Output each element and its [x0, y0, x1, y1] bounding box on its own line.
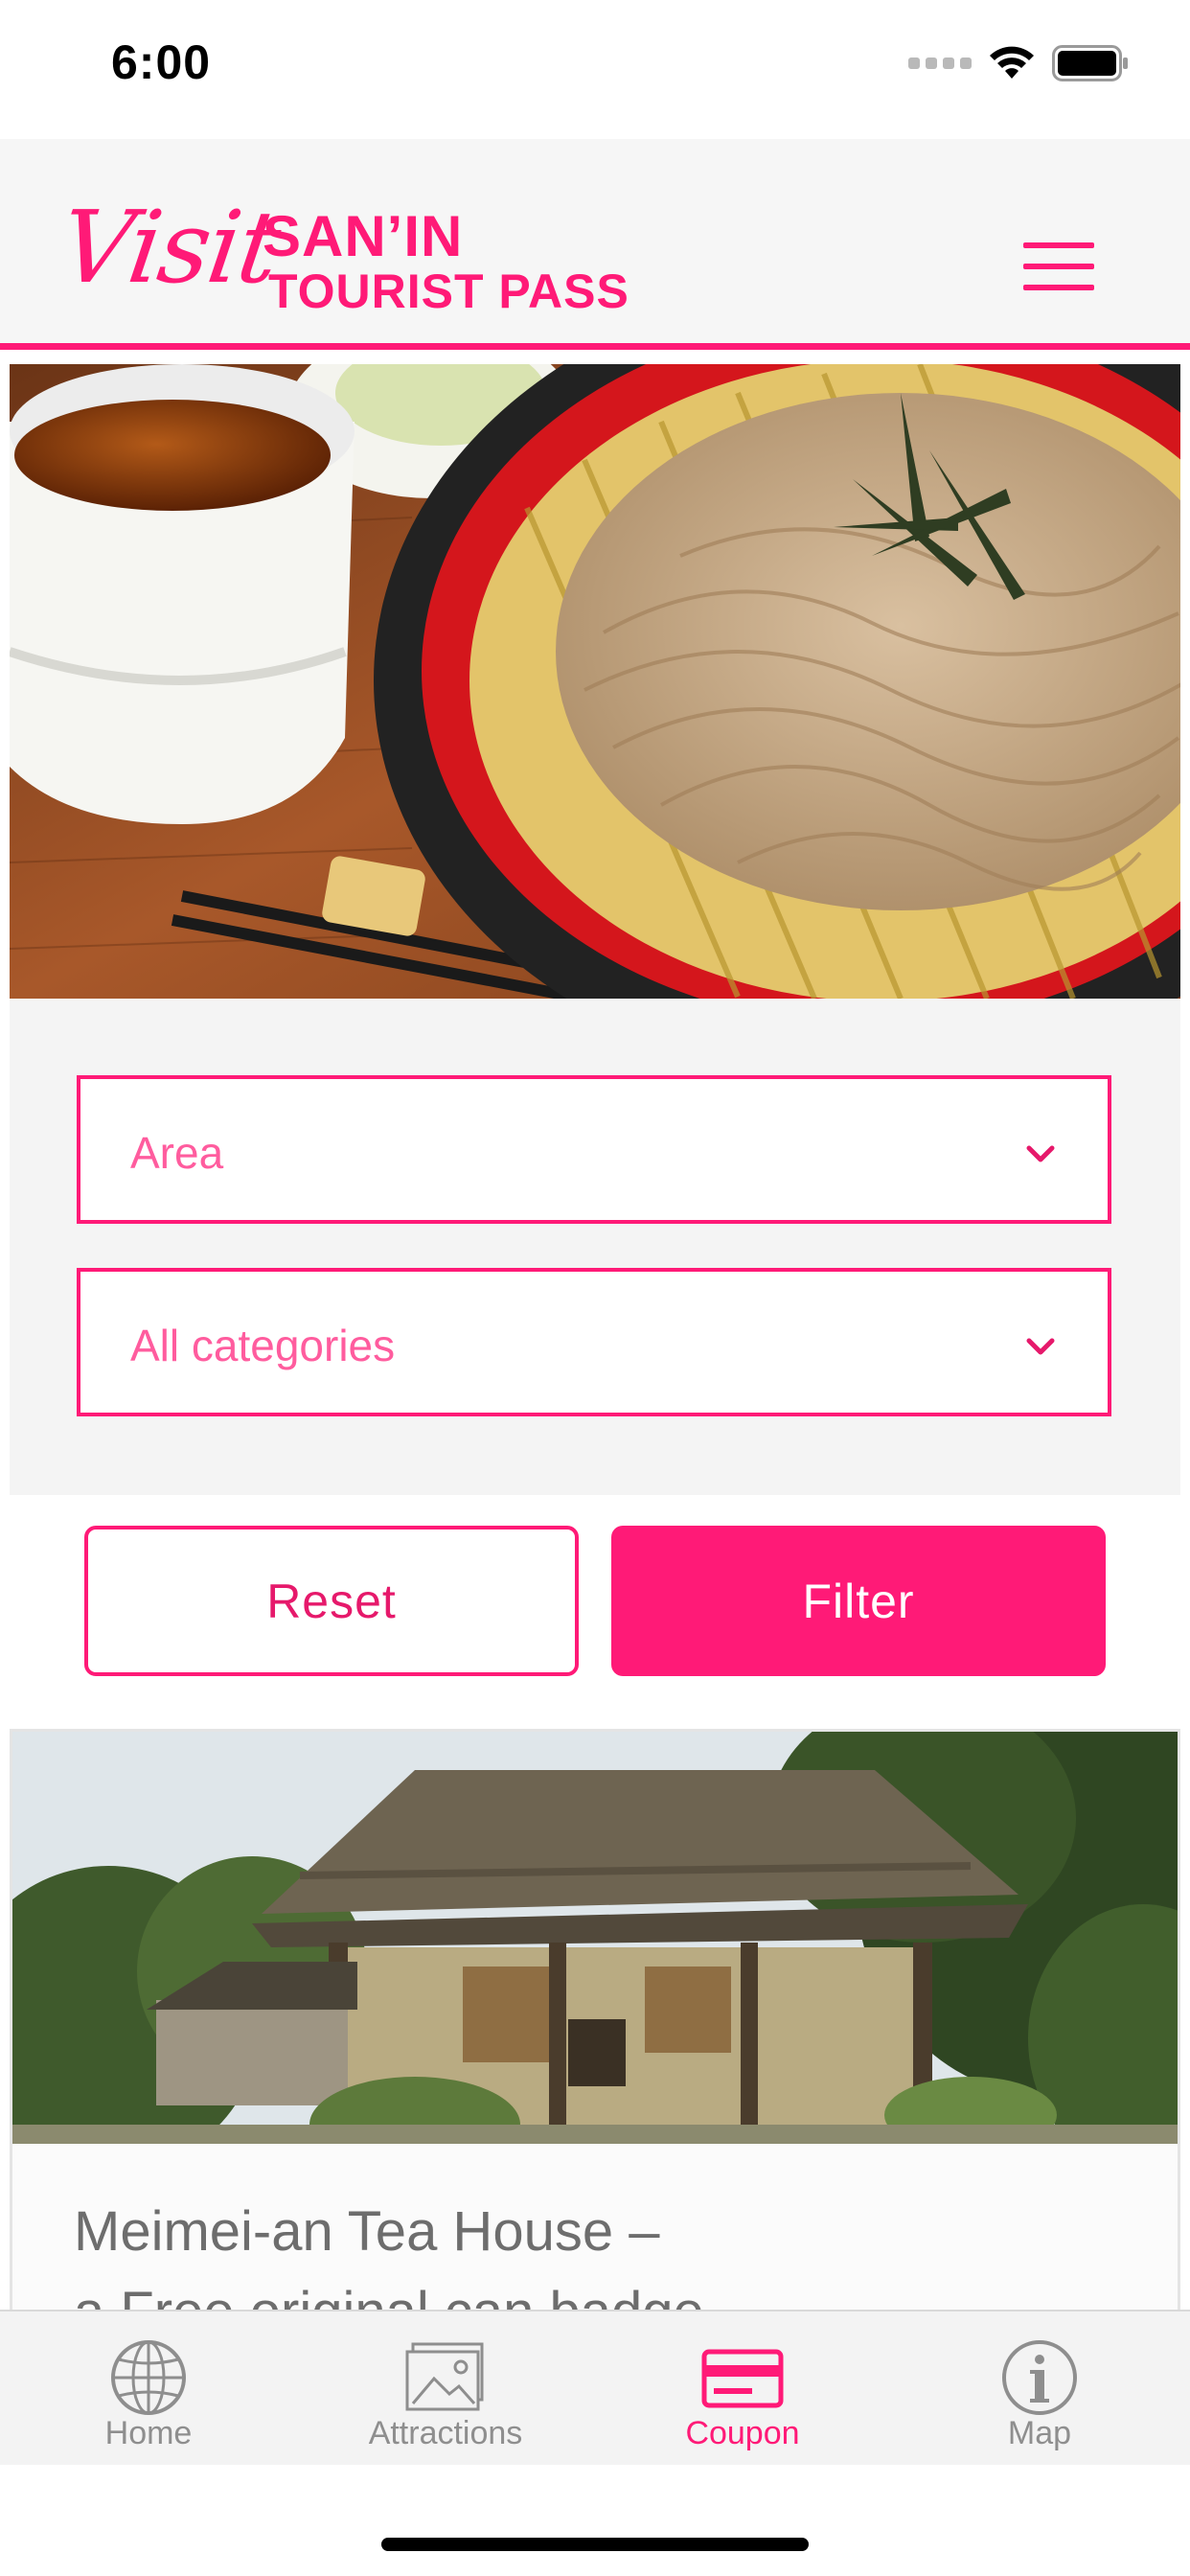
- hero-image: [10, 364, 1180, 999]
- battery-icon: [1052, 45, 1128, 81]
- wifi-icon: [990, 46, 1034, 79]
- tab-coupon-label: Coupon: [685, 2415, 800, 2451]
- category-select[interactable]: All categories: [77, 1268, 1111, 1416]
- category-select-value: All categories: [130, 1321, 396, 1370]
- tab-attractions[interactable]: Attractions: [297, 2312, 594, 2465]
- tab-map[interactable]: Map: [891, 2312, 1188, 2465]
- logo-line1: SAN’IN: [263, 204, 464, 268]
- filter-button[interactable]: Filter: [611, 1526, 1106, 1676]
- globe-icon: [111, 2340, 186, 2415]
- hamburger-menu-icon[interactable]: [1023, 242, 1094, 290]
- coupon-title-line1: Meimei-an Tea House –: [74, 2200, 660, 2263]
- image-icon: [405, 2342, 484, 2411]
- area-select-value: Area: [130, 1128, 224, 1178]
- app-header: Visit SAN’IN TOURIST PASS: [0, 139, 1190, 350]
- home-indicator-area: [0, 2465, 1190, 2576]
- status-icons: [908, 42, 1129, 84]
- chevron-down-icon: [1026, 1338, 1055, 1355]
- tab-attractions-label: Attractions: [368, 2415, 523, 2451]
- logo-script-word: Visit: [53, 189, 286, 306]
- tab-map-label: Map: [1007, 2415, 1072, 2451]
- filter-panel: Area All categories: [10, 999, 1180, 1495]
- coupon-card[interactable]: Meimei-an Tea House – a Free original ca…: [10, 1729, 1180, 2400]
- info-icon: [1002, 2340, 1077, 2415]
- status-time: 6:00: [111, 35, 212, 89]
- area-select[interactable]: Area: [77, 1075, 1111, 1224]
- home-indicator[interactable]: [381, 2538, 809, 2551]
- chevron-down-icon: [1026, 1145, 1055, 1162]
- coupon-card-image: [12, 1732, 1178, 2144]
- tab-coupon[interactable]: Coupon: [594, 2312, 891, 2465]
- reset-button[interactable]: Reset: [84, 1526, 579, 1676]
- tab-home-label: Home: [104, 2415, 193, 2451]
- logo-line2: TOURIST PASS: [268, 264, 629, 318]
- tab-home[interactable]: Home: [0, 2312, 297, 2465]
- visit-sanin-logo[interactable]: Visit SAN’IN TOURIST PASS: [53, 189, 655, 323]
- status-bar: 6:00: [0, 0, 1190, 139]
- tab-bar: Home Attractions Coupon Map: [0, 2310, 1190, 2465]
- cellular-signal-icon: [908, 58, 972, 69]
- card-icon: [701, 2349, 784, 2408]
